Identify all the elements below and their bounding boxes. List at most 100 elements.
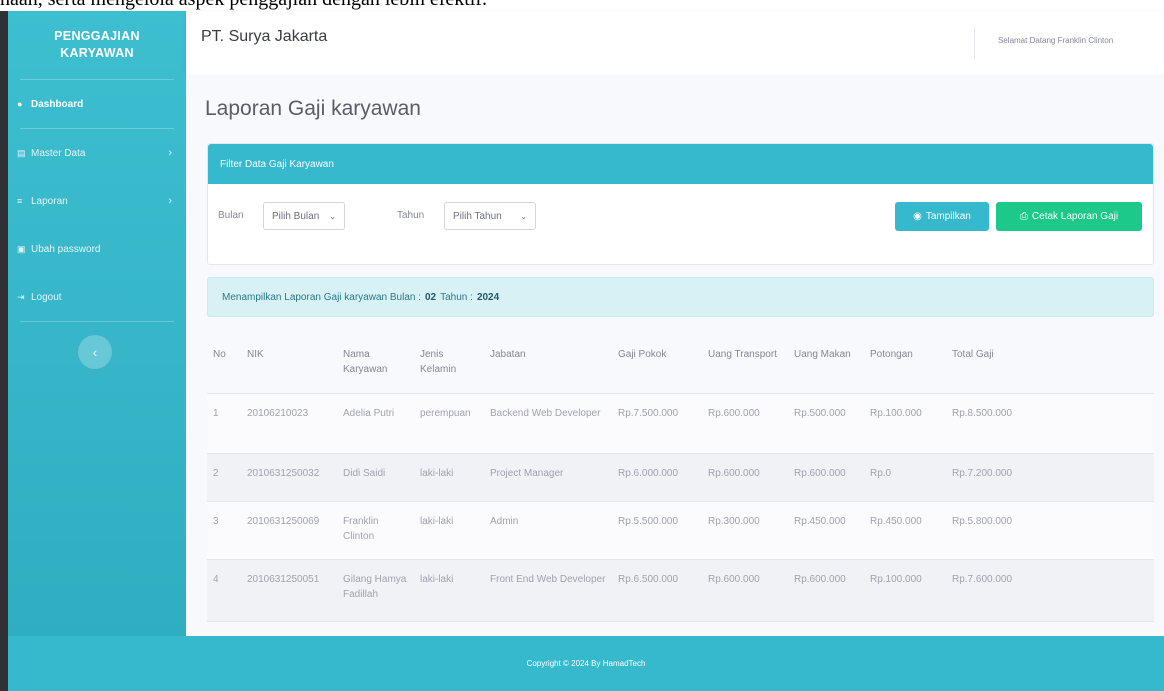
table-cell: laki-laki (420, 573, 454, 585)
column-header[interactable]: No (207, 333, 241, 393)
bulan-select-value: Pilih Bulan (272, 210, 320, 222)
info-tahun-label: Tahun : (440, 291, 473, 303)
sidebar-item-logout[interactable]: ⇥ Logout (8, 273, 186, 321)
sidebar-item-laporan[interactable]: ≡ Laporan › (8, 177, 186, 225)
sidebar-item-label: Master Data (31, 147, 86, 159)
brand-line2: KARYAWAN (60, 46, 134, 60)
column-header[interactable]: Jabatan (484, 333, 612, 393)
table-cell: 1 (213, 407, 219, 419)
sign-out-icon: ⇥ (17, 291, 25, 302)
column-header[interactable]: Uang Makan (788, 333, 864, 393)
filter-card-header: Filter Data Gaji Karyawan (208, 144, 1153, 184)
company-name: PT. Surya Jakarta (201, 28, 328, 45)
table-row: 3 2010631250069 Franklin Clinton laki-la… (207, 501, 1154, 559)
table-cell: Adelia Putri (343, 407, 395, 419)
tampilkan-button[interactable]: ◉ Tampilkan (895, 202, 989, 231)
column-header[interactable]: Total Gaji (946, 333, 1154, 393)
cetak-laporan-button-label: Cetak Laporan Gaji (1031, 211, 1119, 222)
table-cell: laki-laki (420, 467, 454, 479)
chevron-right-icon: › (168, 195, 172, 207)
tachometer-icon: ● (17, 99, 23, 109)
topbar: PT. Surya Jakarta Selamat Datang Frankli… (186, 11, 1164, 74)
sidebar-item-label: Laporan (31, 195, 68, 207)
table-cell: Rp.600.000 (708, 407, 760, 419)
footer: Copyright © 2024 By HamadTech (8, 636, 1164, 691)
sidebar-item-master-data[interactable]: ▤ Master Data › (8, 129, 186, 177)
table-cell: Rp.7.600.000 (952, 573, 1013, 585)
page-title: Laporan Gaji karyawan (205, 97, 421, 120)
column-header[interactable]: Potongan (864, 333, 946, 393)
table-cell: Franklin Clinton (343, 515, 379, 542)
column-header[interactable]: Jenis Kelamin (414, 333, 484, 393)
table-cell: 20106210023 (247, 407, 309, 419)
tahun-select[interactable]: Pilih Tahun ⌄ (444, 202, 536, 230)
table-cell: 2010631250051 (247, 573, 320, 585)
info-alert: Menampilkan Laporan Gaji karyawan Bulan … (207, 277, 1154, 317)
table-cell: Rp.7.500.000 (618, 407, 679, 419)
sidebar-brand[interactable]: PENGGAJIAN KARYAWAN (8, 11, 186, 79)
filter-card: Filter Data Gaji Karyawan Bulan Pilih Bu… (207, 143, 1154, 265)
table-cell: 2010631250032 (247, 467, 320, 479)
table-cell: Rp.600.000 (708, 573, 760, 585)
table-cell: Rp.450.000 (794, 515, 846, 527)
user-welcome[interactable]: Selamat Datang Franklin Clinton (998, 36, 1113, 45)
table-cell: Rp.6.500.000 (618, 573, 679, 585)
table-cell: 2 (213, 467, 219, 479)
salary-table: No NIK Nama Karyawan Jenis Kelamin Jabat… (207, 333, 1154, 622)
info-prefix: Menampilkan Laporan Gaji karyawan Bulan … (222, 291, 421, 303)
table-cell: Rp.8.500.000 (952, 407, 1013, 419)
lock-icon: ▣ (17, 243, 26, 254)
table-cell: Rp.500.000 (794, 407, 846, 419)
sidebar-item-ubah-password[interactable]: ▣ Ubah password (8, 225, 186, 273)
table-cell: laki-laki (420, 515, 454, 527)
top-caption: haan, serta mengelola aspek penggajian d… (0, 0, 1164, 11)
eye-icon: ◉ (913, 211, 922, 222)
sidebar-item-dashboard[interactable]: ● Dashboard (8, 80, 186, 128)
table-cell: Rp.600.000 (794, 467, 846, 479)
sidebar-toggle-button[interactable]: ‹ (78, 335, 112, 369)
table-cell: Backend Web Developer (490, 407, 601, 419)
sidebar-item-label: Dashboard (31, 98, 84, 110)
table-cell: Admin (490, 515, 519, 527)
table-cell: Rp.600.000 (708, 467, 760, 479)
column-header[interactable]: Nama Karyawan (337, 333, 414, 393)
table-cell: Didi Saidi (343, 467, 386, 479)
column-header[interactable]: Uang Transport (702, 333, 788, 393)
sidebar-item-label: Ubah password (31, 243, 101, 255)
bulan-label: Bulan (218, 210, 244, 221)
brand-line1: PENGGAJIAN (54, 29, 140, 43)
table-cell: perempuan (420, 407, 471, 419)
sidebar-item-label: Logout (31, 291, 62, 303)
table-cell: Rp.0 (870, 467, 892, 479)
copyright-text: Copyright © 2024 By HamadTech (526, 659, 646, 668)
table-cell: 3 (213, 515, 219, 527)
table-row: 4 2010631250051 Gilang Hamya Fadillah la… (207, 559, 1154, 621)
table-header-row: No NIK Nama Karyawan Jenis Kelamin Jabat… (207, 333, 1154, 393)
tahun-label: Tahun (397, 210, 425, 221)
topbar-divider (974, 27, 975, 59)
table-cell: Rp.7.200.000 (952, 467, 1013, 479)
print-icon: ⎙ (1019, 211, 1028, 222)
tahun-select-value: Pilih Tahun (453, 210, 502, 222)
table-cell: Front End Web Developer (490, 573, 606, 585)
table-cell: Rp.5.500.000 (618, 515, 679, 527)
chevron-down-icon: ⌄ (329, 211, 336, 221)
table-cell: Rp.100.000 (870, 573, 922, 585)
chevron-right-icon: › (168, 147, 172, 159)
sidebar-divider (20, 321, 174, 322)
table-cell: Rp.5.800.000 (952, 515, 1013, 527)
sidebar: PENGGAJIAN KARYAWAN ● Dashboard ▤ Master … (8, 11, 186, 636)
info-bulan: 02 (425, 291, 437, 303)
list-icon: ≡ (17, 196, 23, 206)
table-cell: Gilang Hamya Fadillah (343, 573, 407, 600)
table-cell: 4 (213, 573, 219, 585)
window-edge (0, 11, 8, 691)
cetak-laporan-button[interactable]: ⎙ Cetak Laporan Gaji (996, 202, 1142, 231)
column-header[interactable]: NIK (241, 333, 337, 393)
table-row: 1 20106210023 Adelia Putri perempuan Bac… (207, 393, 1154, 453)
info-tahun: 2024 (476, 291, 500, 303)
column-header[interactable]: Gaji Pokok (612, 333, 702, 393)
table-cell: Rp.450.000 (870, 515, 922, 527)
bulan-select[interactable]: Pilih Bulan ⌄ (263, 202, 345, 230)
table-cell: 2010631250069 (247, 515, 320, 527)
